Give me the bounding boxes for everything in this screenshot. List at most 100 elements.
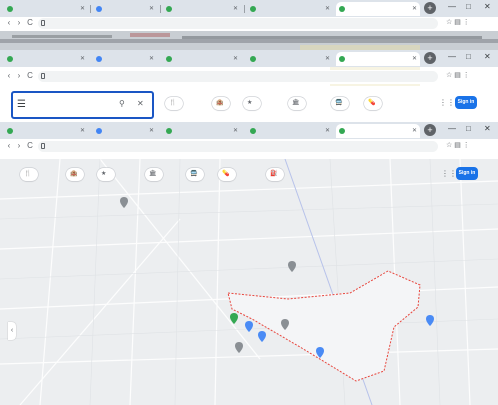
- back-icon[interactable]: ‹: [4, 18, 14, 27]
- chip-museums[interactable]: 🏛: [288, 97, 306, 110]
- close-tab-icon[interactable]: ✕: [325, 52, 330, 66]
- pharmacy-icon: 💊: [368, 100, 376, 106]
- address-bar-3: ‹ › C ☆ ▤ ⋮: [0, 140, 498, 154]
- new-tab-button[interactable]: +: [424, 52, 436, 64]
- collapse-side-panel-button[interactable]: ‹: [8, 322, 16, 340]
- clear-icon[interactable]: ✕: [137, 99, 144, 108]
- browser-tab-1[interactable]: ✕: [4, 2, 88, 16]
- map-canvas[interactable]: [0, 159, 498, 405]
- attraction-icon: ★: [247, 100, 253, 106]
- favicon-icon: [250, 56, 256, 62]
- sign-in-button[interactable]: Sign in: [455, 96, 477, 109]
- maximize-icon[interactable]: □: [466, 124, 471, 133]
- museum-icon: 🏛: [149, 171, 157, 177]
- browser-tab-3[interactable]: ✕: [163, 2, 241, 16]
- forward-icon[interactable]: ›: [14, 71, 24, 80]
- close-tab-icon[interactable]: ✕: [149, 52, 154, 66]
- new-tab-button[interactable]: +: [424, 2, 436, 14]
- browser-tab-1[interactable]: ✕: [4, 124, 88, 138]
- maximize-icon[interactable]: □: [466, 2, 471, 11]
- lock-icon: [41, 20, 45, 26]
- back-icon[interactable]: ‹: [4, 71, 14, 80]
- close-tab-icon[interactable]: ✕: [233, 124, 238, 138]
- browser-tab-4[interactable]: ✕: [247, 124, 333, 138]
- transit-icon: 🚍: [335, 100, 343, 106]
- browser-tab-2[interactable]: ✕: [93, 124, 157, 138]
- chip-hotels[interactable]: 🏨: [66, 168, 84, 181]
- chip-restaurants[interactable]: 🍴: [165, 97, 183, 110]
- restaurant-icon: 🍴: [24, 171, 32, 177]
- url-field[interactable]: [38, 18, 438, 29]
- chip-transit[interactable]: 🚍: [186, 168, 204, 181]
- browser-tab-5-active[interactable]: ✕: [336, 2, 420, 16]
- maximize-icon[interactable]: □: [466, 52, 471, 61]
- hotel-icon: 🏨: [216, 100, 224, 106]
- reload-icon[interactable]: C: [25, 18, 35, 27]
- url-field[interactable]: [38, 141, 438, 152]
- hotel-icon: 🏨: [70, 171, 78, 177]
- chip-attractions[interactable]: ★: [243, 97, 261, 110]
- chip-pharmacies[interactable]: 💊: [218, 168, 236, 181]
- browser-tab-3[interactable]: ✕: [163, 124, 241, 138]
- apps-grid-icon[interactable]: ⋮⋮: [441, 169, 457, 178]
- close-tab-icon[interactable]: ✕: [80, 52, 85, 66]
- close-tab-icon[interactable]: ✕: [412, 2, 417, 16]
- close-window-icon[interactable]: ✕: [484, 124, 491, 133]
- address-bar-1: ‹ › C ☆ ▤ ⋮: [0, 17, 498, 31]
- minimize-icon[interactable]: —: [448, 2, 456, 11]
- close-tab-icon[interactable]: ✕: [233, 2, 238, 16]
- browser-tab-2[interactable]: ✕: [93, 52, 157, 66]
- close-tab-icon[interactable]: ✕: [412, 124, 417, 138]
- favicon-icon: [339, 6, 345, 12]
- toolbar-icons[interactable]: ☆ ▤ ⋮: [446, 18, 470, 26]
- map-drawing: [0, 159, 498, 405]
- close-tab-icon[interactable]: ✕: [325, 124, 330, 138]
- boundary-outline: [227, 270, 421, 382]
- url-field[interactable]: [38, 71, 438, 82]
- close-tab-icon[interactable]: ✕: [233, 52, 238, 66]
- reload-icon[interactable]: C: [25, 71, 35, 80]
- favicon-icon: [339, 128, 345, 134]
- search-icon[interactable]: ⚲: [119, 99, 125, 108]
- toolbar-icons[interactable]: ☆ ▤ ⋮: [446, 71, 470, 79]
- new-tab-button[interactable]: +: [424, 124, 436, 136]
- chip-transit[interactable]: 🚍: [331, 97, 349, 110]
- toolbar-icons[interactable]: ☆ ▤ ⋮: [446, 141, 470, 149]
- chip-gas[interactable]: ⛽: [266, 168, 284, 181]
- browser-tab-4[interactable]: ✕: [247, 2, 333, 16]
- browser-tab-4[interactable]: ✕: [247, 52, 333, 66]
- lock-icon: [41, 143, 45, 149]
- sign-in-button[interactable]: Sign in: [456, 167, 478, 180]
- back-icon[interactable]: ‹: [4, 141, 14, 150]
- chip-pharmacies[interactable]: 💊: [364, 97, 382, 110]
- forward-icon[interactable]: ›: [14, 18, 24, 27]
- tab-strip-3: ✕ ✕ ✕ ✕ ✕ + — □ ✕: [0, 122, 498, 139]
- reload-icon[interactable]: C: [25, 141, 35, 150]
- browser-tab-1[interactable]: ✕: [4, 52, 88, 66]
- close-tab-icon[interactable]: ✕: [325, 2, 330, 16]
- close-tab-icon[interactable]: ✕: [80, 2, 85, 16]
- browser-tab-2[interactable]: ✕: [93, 2, 157, 16]
- tab-strip-2: ✕ ✕ ✕ ✕ ✕ + — □ ✕: [0, 50, 498, 67]
- close-tab-icon[interactable]: ✕: [80, 124, 85, 138]
- close-window-icon[interactable]: ✕: [484, 52, 491, 61]
- favicon-icon: [7, 6, 13, 12]
- close-tab-icon[interactable]: ✕: [149, 124, 154, 138]
- close-tab-icon[interactable]: ✕: [149, 2, 154, 16]
- minimize-icon[interactable]: —: [448, 124, 456, 133]
- chip-hotels[interactable]: 🏨: [212, 97, 230, 110]
- chip-attractions[interactable]: ★: [97, 168, 115, 181]
- browser-tab-5-active[interactable]: ✕: [336, 124, 420, 138]
- browser-tab-3[interactable]: ✕: [163, 52, 241, 66]
- close-tab-icon[interactable]: ✕: [412, 52, 417, 66]
- transit-icon: 🚍: [190, 171, 198, 177]
- chip-restaurants[interactable]: 🍴: [20, 168, 38, 181]
- forward-icon[interactable]: ›: [14, 141, 24, 150]
- maps-search-box[interactable]: ☰ ⚲ ✕: [11, 91, 154, 119]
- minimize-icon[interactable]: —: [448, 52, 456, 61]
- apps-grid-icon[interactable]: ⋮⋮: [439, 98, 455, 107]
- browser-tab-5-active[interactable]: ✕: [336, 52, 420, 66]
- chip-museums[interactable]: 🏛: [145, 168, 163, 181]
- menu-icon[interactable]: ☰: [17, 99, 26, 110]
- close-window-icon[interactable]: ✕: [484, 2, 491, 11]
